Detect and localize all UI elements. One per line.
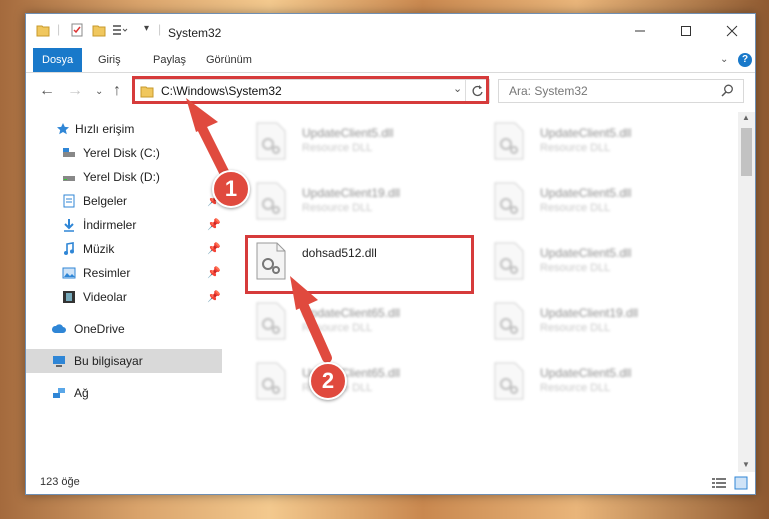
arrow-1-head [186,98,218,132]
annotation-arrows [186,98,332,363]
step-1-badge: 1 [212,170,250,208]
arrow-2 [298,299,332,363]
arrow-2-head [290,276,318,310]
step-2-badge: 2 [309,362,347,400]
arrow-1 [197,123,231,181]
